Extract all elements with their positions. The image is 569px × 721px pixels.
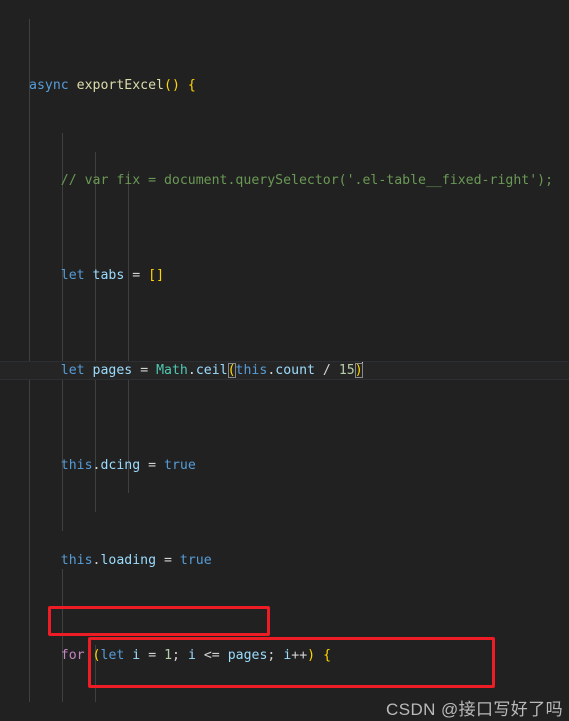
keyword-for: for bbox=[60, 648, 85, 663]
code-line[interactable]: this.loading = true bbox=[0, 551, 569, 570]
keyword-let: let bbox=[60, 363, 85, 378]
code-line[interactable]: async exportExcel() { bbox=[0, 76, 569, 95]
function-name: exportExcel bbox=[76, 78, 164, 93]
property-count: count bbox=[275, 363, 315, 378]
code-content[interactable]: async exportExcel() { // var fix = docum… bbox=[0, 0, 569, 721]
keyword-async: async bbox=[29, 78, 69, 93]
keyword-this: this bbox=[235, 363, 268, 378]
identifier-i: i bbox=[187, 648, 196, 663]
property-dcing: dcing bbox=[100, 458, 141, 473]
property-loading: loading bbox=[100, 553, 157, 568]
code-line[interactable]: // var fix = document.querySelector('.el… bbox=[0, 171, 569, 190]
bracket-match-open: ( bbox=[227, 363, 236, 378]
identifier-pages: pages bbox=[227, 648, 268, 663]
identifier-pages: pages bbox=[92, 363, 133, 378]
keyword-let: let bbox=[100, 648, 125, 663]
literal-true: true bbox=[179, 553, 212, 568]
keyword-this: this bbox=[60, 458, 93, 473]
comment: // var fix = document.querySelector('.el… bbox=[60, 173, 554, 188]
identifier-i: i bbox=[132, 648, 141, 663]
number: 15 bbox=[338, 363, 355, 378]
literal-true: true bbox=[164, 458, 196, 473]
code-line-current[interactable]: let pages = Math.ceil(this.count / 15) bbox=[0, 361, 569, 380]
code-line[interactable]: let tabs = [] bbox=[0, 266, 569, 285]
watermark: CSDN @接口写好了吗 bbox=[386, 700, 563, 719]
code-line[interactable]: for (let i = 1; i <= pages; i++) { bbox=[0, 646, 569, 665]
method-ceil: ceil bbox=[195, 363, 228, 378]
text-cursor bbox=[361, 362, 363, 377]
number: 1 bbox=[164, 648, 173, 663]
keyword-let: let bbox=[60, 268, 85, 283]
code-line[interactable]: this.dcing = true bbox=[0, 456, 569, 475]
code-editor-screenshot: async exportExcel() { // var fix = docum… bbox=[0, 0, 569, 721]
identifier-tabs: tabs bbox=[92, 268, 125, 283]
keyword-this: this bbox=[60, 553, 93, 568]
class-math: Math bbox=[156, 363, 188, 378]
